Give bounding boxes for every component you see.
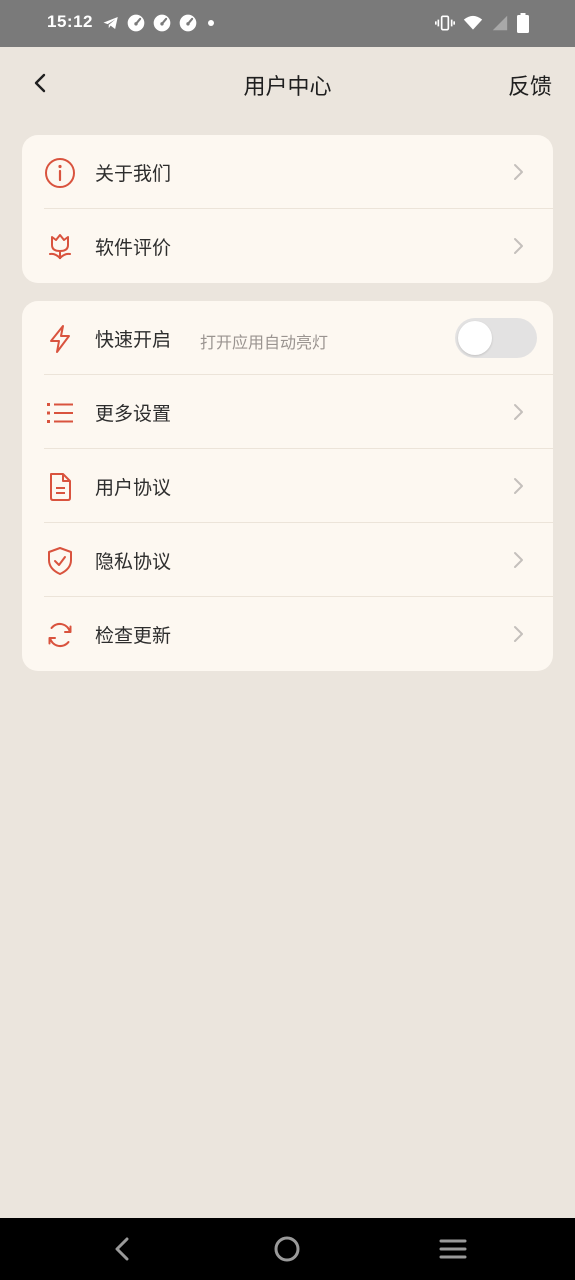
wifi-icon [463,15,483,30]
vibrate-icon [435,15,455,31]
status-bar: 15:12 [0,0,575,47]
more-settings-item[interactable]: 更多设置 [22,375,553,449]
refresh-icon [44,619,76,651]
more-settings-label: 更多设置 [95,403,172,425]
header: 用户中心 反馈 [0,47,575,125]
speedometer-icon [153,14,171,32]
list-icon [44,397,76,429]
rate-app-item[interactable]: 软件评价 [22,209,553,283]
signal-icon [492,15,508,31]
quick-start-toggle[interactable] [455,318,537,358]
user-agreement-label: 用户协议 [95,477,172,499]
document-icon [44,471,76,503]
check-update-item[interactable]: 检查更新 [22,597,553,671]
battery-icon [517,13,529,33]
status-time: 15:12 [47,12,93,31]
about-us-label: 关于我们 [95,163,172,185]
nav-home-button[interactable] [272,1234,302,1264]
rate-app-label: 软件评价 [95,237,172,259]
quick-start-item: 快速开启 打开应用自动亮灯 [22,301,553,375]
settings-card-about: 关于我们 软件评价 [22,135,553,283]
speedometer-icon [179,14,197,32]
chevron-right-icon [514,626,523,642]
chevron-right-icon [514,238,523,254]
home-icon [274,1236,300,1262]
speedometer-icon [127,14,145,32]
feedback-button[interactable]: 反馈 [508,69,552,101]
quick-start-label: 快速开启 [95,329,172,351]
toggle-knob [458,321,492,355]
status-system-icons [435,13,529,33]
flower-icon [44,231,76,263]
telegram-icon [103,17,118,29]
chevron-right-icon [514,404,523,420]
status-notifications [102,13,218,33]
quick-start-subtitle: 打开应用自动亮灯 [200,333,329,352]
chevron-right-icon [514,164,523,180]
system-nav-bar [0,1218,575,1280]
shield-check-icon [44,545,76,577]
dot-icon [208,20,214,26]
back-icon [115,1237,129,1261]
menu-icon [439,1239,467,1259]
chevron-right-icon [514,552,523,568]
user-agreement-item[interactable]: 用户协议 [22,449,553,523]
nav-back-button[interactable] [107,1234,137,1264]
settings-card-general: 快速开启 打开应用自动亮灯 更多设置 用户协议 隐私协议 检查更新 [22,301,553,671]
page-title: 用户中心 [243,75,332,100]
info-icon [44,157,76,189]
chevron-right-icon [514,478,523,494]
privacy-policy-label: 隐私协议 [95,551,172,573]
privacy-policy-item[interactable]: 隐私协议 [22,523,553,597]
about-us-item[interactable]: 关于我们 [22,135,553,209]
lightning-icon [44,323,76,355]
nav-menu-button[interactable] [438,1234,468,1264]
check-update-label: 检查更新 [95,625,172,647]
